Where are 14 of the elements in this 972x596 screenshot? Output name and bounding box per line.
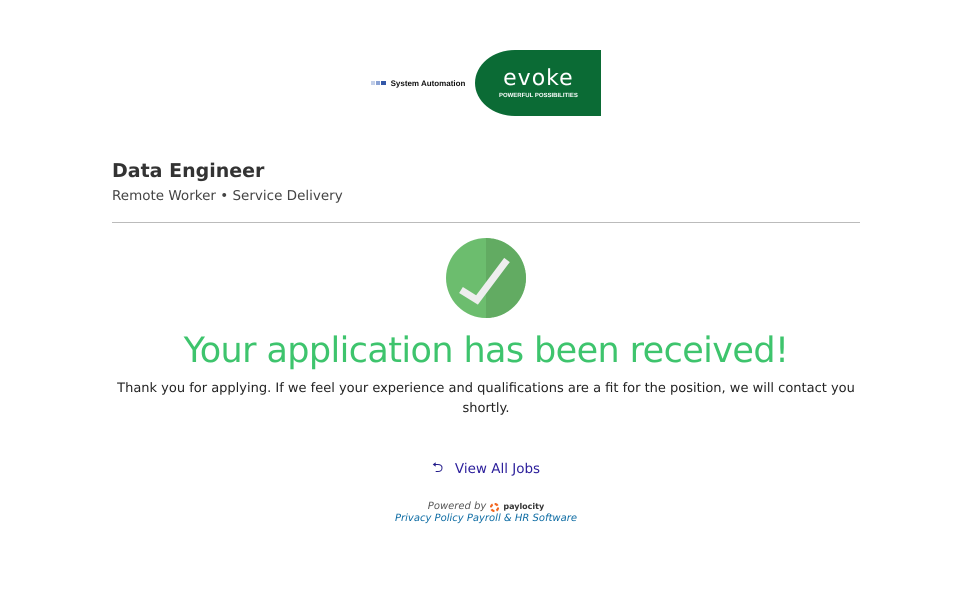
footer-link[interactable]: Privacy Policy (394, 513, 464, 524)
squares-icon (370, 81, 387, 85)
confirmation-message: Thank you for applying. If we feel your experience and qualifications are a fit for the position, we will contact you shortly. (116, 380, 856, 418)
view-all-jobs-link[interactable]: View All Jobs (454, 461, 540, 477)
provider-logo: paylocity (503, 501, 544, 513)
powered-by-text: Powered by (428, 501, 486, 513)
company-logo: System Automation (390, 78, 466, 88)
job-title: Data Engineer (112, 160, 266, 182)
footer-link[interactable]: Payroll & HR Software (466, 513, 578, 524)
back-arrow-icon: ⮌ (432, 457, 443, 481)
provider-logo-icon (490, 502, 500, 512)
checkmark-icon (445, 237, 527, 319)
success-heading: Your application has been received! (182, 331, 790, 371)
job-subtitle: Remote Worker • Service Delivery (112, 188, 344, 204)
